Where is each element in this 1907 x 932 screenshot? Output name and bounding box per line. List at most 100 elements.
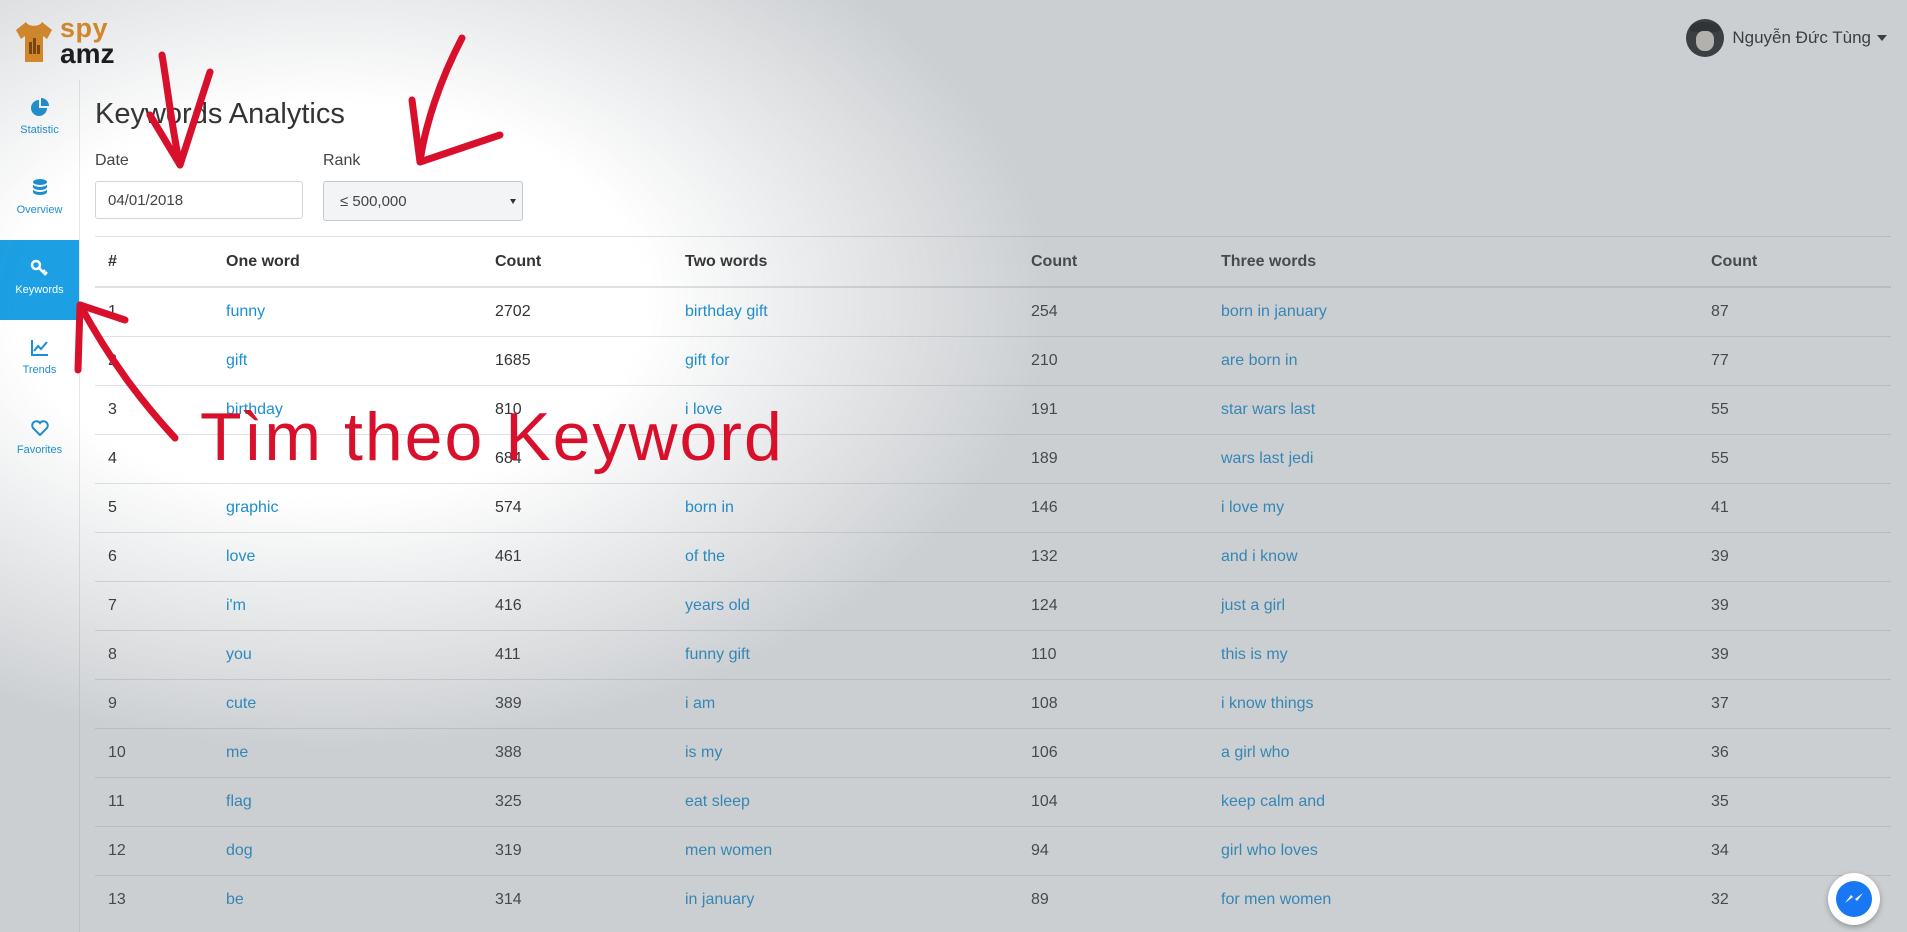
table-row: 8 you 411 funny gift 110 this is my 39 — [95, 630, 1891, 680]
keyword-link[interactable]: born in — [672, 483, 1018, 533]
table-header-row: # One word Count Two words Count Three w… — [95, 236, 1891, 288]
count-cell: 411 — [482, 630, 672, 680]
count-cell: 132 — [1018, 532, 1208, 582]
count-cell: 124 — [1018, 581, 1208, 631]
table-row: 11 flag 325 eat sleep 104 keep calm and 35 — [95, 777, 1891, 827]
annotation-text: Tìm theo Keyword — [200, 399, 784, 475]
count-cell: 210 — [1018, 336, 1208, 386]
count-cell: 41 — [1698, 483, 1891, 533]
sidebar-item-label: Trends — [22, 364, 57, 376]
count-cell: 89 — [1018, 875, 1208, 924]
sidebar-item-trends[interactable]: Trends — [0, 320, 79, 400]
keyword-link[interactable]: cute — [213, 679, 482, 729]
keyword-link[interactable]: years old — [672, 581, 1018, 631]
sidebar-item-favorites[interactable]: Favorites — [0, 400, 79, 480]
count-cell: 314 — [482, 875, 672, 924]
count-cell: 39 — [1698, 532, 1891, 582]
keyword-link[interactable]: born in january — [1208, 286, 1698, 337]
table-row: 1 funny 2702 birthday gift 254 born in januar… — [95, 286, 1891, 337]
tshirt-logo-icon — [16, 22, 52, 62]
keyword-link[interactable]: gift — [213, 336, 482, 386]
avatar — [1686, 19, 1725, 57]
column-header-count[interactable]: Count — [482, 236, 672, 288]
keyword-link[interactable]: just a girl — [1208, 581, 1698, 631]
keyword-link[interactable]: love — [213, 532, 482, 582]
keyword-link[interactable]: star wars last — [1208, 385, 1698, 435]
column-header-rank[interactable]: # — [95, 236, 213, 288]
count-cell: 319 — [482, 826, 672, 876]
count-cell: 39 — [1698, 581, 1891, 631]
count-cell: 325 — [482, 777, 672, 827]
sidebar-item-statistic[interactable]: Statistic — [0, 80, 79, 160]
rank-cell: 9 — [95, 679, 213, 729]
column-header-one-word[interactable]: One word — [213, 236, 482, 288]
rank-cell: 11 — [95, 777, 213, 827]
table-row: 13 be 314 in january 89 for men women 32 — [95, 875, 1891, 924]
count-cell: 574 — [482, 483, 672, 533]
rank-cell: 3 — [95, 385, 213, 435]
keyword-link[interactable]: is my — [672, 728, 1018, 778]
key-icon — [30, 259, 48, 276]
rank-cell: 7 — [95, 581, 213, 631]
sidebar-item-keywords[interactable]: Keywords — [0, 240, 79, 320]
keyword-link[interactable]: and i know — [1208, 532, 1698, 582]
keyword-link[interactable]: this is my — [1208, 630, 1698, 680]
keyword-link[interactable]: birthday gift — [672, 286, 1018, 337]
keyword-link[interactable]: you — [213, 630, 482, 680]
keyword-link[interactable]: eat sleep — [672, 777, 1018, 827]
keyword-link[interactable]: in january — [672, 875, 1018, 924]
keyword-link[interactable]: i love my — [1208, 483, 1698, 533]
keyword-link[interactable]: for men women — [1208, 875, 1698, 924]
count-cell: 106 — [1018, 728, 1208, 778]
user-menu[interactable]: Nguyễn Đức Tùng — [1686, 18, 1887, 58]
count-cell: 39 — [1698, 630, 1891, 680]
keyword-link[interactable]: a girl who — [1208, 728, 1698, 778]
keyword-link[interactable]: graphic — [213, 483, 482, 533]
sidebar-item-overview[interactable]: Overview — [0, 160, 79, 240]
count-cell: 388 — [482, 728, 672, 778]
rank-cell: 2 — [95, 336, 213, 386]
table-row: 12 dog 319 men women 94 girl who loves 34 — [95, 826, 1891, 876]
keyword-link[interactable]: funny — [213, 286, 482, 337]
column-header-three-words[interactable]: Three words — [1208, 236, 1698, 288]
count-cell: 36 — [1698, 728, 1891, 778]
messenger-chat-button[interactable] — [1828, 873, 1880, 925]
sidebar-item-label: Statistic — [20, 124, 59, 136]
count-cell: 461 — [482, 532, 672, 582]
column-header-count[interactable]: Count — [1018, 236, 1208, 288]
count-cell: 416 — [482, 581, 672, 631]
keyword-link[interactable]: funny gift — [672, 630, 1018, 680]
keyword-link[interactable]: gift for — [672, 336, 1018, 386]
select-arrow-icon — [510, 199, 516, 204]
rank-select-value: ≤ 500,000 — [340, 193, 407, 210]
keyword-link[interactable]: girl who loves — [1208, 826, 1698, 876]
count-cell: 34 — [1698, 826, 1891, 876]
count-cell: 191 — [1018, 385, 1208, 435]
table-row: 7 i'm 416 years old 124 just a girl 39 — [95, 581, 1891, 631]
column-header-two-words[interactable]: Two words — [672, 236, 1018, 288]
keyword-link[interactable]: dog — [213, 826, 482, 876]
keyword-link[interactable]: men women — [672, 826, 1018, 876]
keyword-link[interactable]: of the — [672, 532, 1018, 582]
keyword-link[interactable]: keep calm and — [1208, 777, 1698, 827]
keyword-link[interactable]: i'm — [213, 581, 482, 631]
keyword-link[interactable]: i know things — [1208, 679, 1698, 729]
keyword-link[interactable]: me — [213, 728, 482, 778]
keyword-link[interactable]: be — [213, 875, 482, 924]
rank-label: Rank — [323, 152, 361, 169]
keyword-link[interactable]: wars last jedi — [1208, 434, 1698, 484]
keyword-link[interactable]: i am — [672, 679, 1018, 729]
user-name: Nguyễn Đức Tùng — [1732, 28, 1871, 47]
logo[interactable]: spy amz — [14, 14, 124, 69]
table-row: 9 cute 389 i am 108 i know things 37 — [95, 679, 1891, 729]
date-input[interactable] — [95, 181, 303, 219]
rank-select[interactable]: ≤ 500,000 — [323, 181, 523, 221]
keyword-link[interactable]: are born in — [1208, 336, 1698, 386]
count-cell: 37 — [1698, 679, 1891, 729]
column-header-count[interactable]: Count — [1698, 236, 1891, 288]
count-cell: 87 — [1698, 286, 1891, 337]
keyword-link[interactable]: flag — [213, 777, 482, 827]
rank-cell: 5 — [95, 483, 213, 533]
date-label: Date — [95, 152, 129, 169]
logo-text-bottom: amz — [60, 38, 115, 69]
